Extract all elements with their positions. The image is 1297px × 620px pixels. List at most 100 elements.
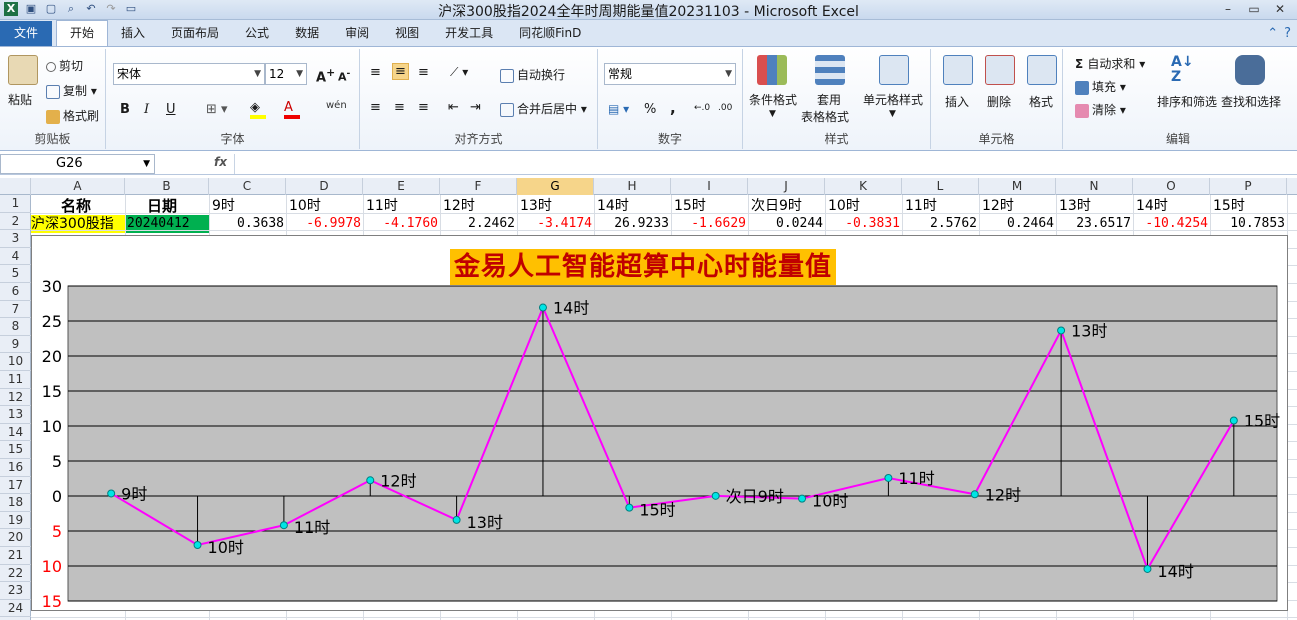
border-icon[interactable]: ⊞ ▾ [206, 102, 228, 117]
increase-decimal-icon[interactable]: ←.0 [694, 103, 710, 113]
row-header[interactable]: 8 [0, 318, 31, 336]
percent-button[interactable]: % [644, 102, 656, 117]
row-header[interactable]: 19 [0, 512, 31, 530]
row-header[interactable]: 21 [0, 547, 31, 565]
maximize-button[interactable]: ▭ [1241, 0, 1267, 18]
row-header[interactable]: 1 [0, 195, 31, 213]
value-cell[interactable]: -10.4254 [1133, 215, 1208, 233]
format-painter-button[interactable]: 格式刷 [46, 107, 99, 124]
value-cell[interactable]: 10.7853 [1210, 215, 1285, 233]
value-cell[interactable]: -1.6629 [671, 215, 746, 233]
value-cell[interactable]: 0.2464 [979, 215, 1054, 233]
value-cell[interactable]: 2.5762 [902, 215, 977, 233]
column-header[interactable]: N [1056, 178, 1133, 195]
clear-button[interactable]: 清除 ▾ [1075, 101, 1126, 118]
orientation-icon[interactable]: ⟋ ▾ [450, 65, 468, 80]
format-table-button[interactable]: 表格格式 [801, 108, 849, 125]
align-left-icon[interactable]: ≡ [370, 100, 381, 115]
ribbon-collapse-icon[interactable]: ⌃ [1267, 26, 1278, 41]
column-header[interactable]: L [902, 178, 979, 195]
value-cell[interactable]: 23.6517 [1056, 215, 1131, 233]
column-header[interactable]: F [440, 178, 517, 195]
help-icon[interactable]: ? [1284, 26, 1291, 41]
row-header[interactable]: 16 [0, 459, 31, 477]
increase-indent-icon[interactable]: ⇥ [470, 100, 481, 115]
column-header-selected[interactable]: G [517, 178, 594, 195]
tab-home[interactable]: 开始 [56, 20, 109, 46]
tab-developer[interactable]: 开发工具 [432, 21, 506, 46]
align-top-icon[interactable]: ≡ [370, 65, 381, 80]
column-header[interactable]: I [671, 178, 748, 195]
tab-formulas[interactable]: 公式 [232, 21, 282, 46]
formula-input[interactable] [234, 154, 1295, 174]
value-cell[interactable]: 26.9233 [594, 215, 669, 233]
value-cell[interactable]: -3.4174 [517, 215, 592, 233]
row-header[interactable]: 14 [0, 424, 31, 442]
sort-filter-icon[interactable]: A↓ Z [1171, 55, 1201, 85]
delete-cells-icon[interactable] [985, 55, 1015, 85]
phonetic-icon[interactable]: wén [326, 100, 347, 111]
number-format-select[interactable]: 常规 ▼ [604, 63, 736, 85]
paste-icon[interactable] [8, 55, 38, 85]
format-table-icon[interactable] [815, 55, 845, 85]
select-all-corner[interactable] [0, 178, 31, 195]
minimize-button[interactable]: – [1215, 0, 1241, 18]
row-header[interactable]: 17 [0, 477, 31, 495]
fill-color-icon[interactable]: ◈ [250, 100, 266, 119]
column-header[interactable]: C [209, 178, 286, 195]
line-chart[interactable]: 30 25 20 15 10 5 0 5 10 15 9时 10时 11时 12时 13时 14时 15时 次日9… [31, 235, 1288, 611]
row-header[interactable]: 6 [0, 283, 31, 301]
tab-finD[interactable]: 同花顺FinD [506, 21, 594, 46]
format-button[interactable]: 格式 [1029, 93, 1053, 110]
tab-view[interactable]: 视图 [382, 21, 432, 46]
value-cell[interactable]: 0.3638 [209, 215, 284, 233]
row-header[interactable]: 18 [0, 494, 31, 512]
shrink-font-icon[interactable]: A- [338, 68, 350, 84]
row-header[interactable]: 9 [0, 336, 31, 354]
tab-insert[interactable]: 插入 [108, 21, 158, 46]
merge-center-button[interactable]: 合并后居中 ▾ [500, 100, 587, 117]
format-cells-icon[interactable] [1027, 55, 1057, 85]
insert-button[interactable]: 插入 [945, 93, 969, 110]
conditional-format-icon[interactable] [757, 55, 787, 85]
find-select-button[interactable]: 查找和选择 [1221, 93, 1281, 110]
tab-review[interactable]: 审阅 [332, 21, 382, 46]
row-header[interactable]: 24 [0, 600, 31, 618]
font-color-icon[interactable]: A [284, 100, 300, 119]
row-header[interactable]: 5 [0, 265, 31, 283]
tab-page-layout[interactable]: 页面布局 [158, 21, 232, 46]
conditional-format-button[interactable]: 条件格式 [749, 91, 797, 108]
wrap-text-button[interactable]: 自动换行 [500, 66, 565, 83]
align-right-icon[interactable]: ≡ [418, 100, 429, 115]
row-header[interactable]: 11 [0, 371, 31, 389]
grow-font-icon[interactable]: A+ [316, 66, 335, 85]
insert-function-icon[interactable]: fx [214, 155, 227, 169]
currency-icon[interactable]: ▤ ▾ [608, 102, 629, 116]
row-header[interactable]: 13 [0, 406, 31, 424]
decrease-indent-icon[interactable]: ⇤ [448, 100, 459, 115]
value-cell[interactable]: 2.2462 [440, 215, 515, 233]
bold-button[interactable]: B [120, 102, 130, 117]
value-cell[interactable]: 0.0244 [748, 215, 823, 233]
row-header[interactable]: 15 [0, 441, 31, 459]
column-header[interactable]: K [825, 178, 902, 195]
cut-button[interactable]: 剪切 [46, 57, 83, 74]
fill-button[interactable]: 填充 ▾ [1075, 78, 1126, 95]
row-header[interactable]: 20 [0, 529, 31, 547]
font-size-select[interactable]: 12 ▼ [265, 63, 307, 85]
close-button[interactable]: ✕ [1267, 0, 1293, 18]
row-header[interactable]: 10 [0, 353, 31, 371]
column-header[interactable]: E [363, 178, 440, 195]
column-header[interactable]: A [31, 178, 125, 195]
copy-button[interactable]: 复制 ▾ [46, 82, 97, 99]
row-header[interactable]: 3 [0, 230, 31, 248]
value-cell[interactable]: -4.1760 [363, 215, 438, 233]
sort-filter-button[interactable]: 排序和筛选 [1157, 93, 1217, 110]
row-header[interactable]: 12 [0, 389, 31, 407]
column-header[interactable]: O [1133, 178, 1210, 195]
name-box[interactable]: G26 ▼ [0, 154, 155, 174]
autosum-button[interactable]: Σ 自动求和 ▾ [1075, 55, 1145, 72]
align-center-icon[interactable]: ≡ [394, 100, 405, 115]
tab-file[interactable]: 文件 [0, 21, 52, 46]
column-header[interactable]: J [748, 178, 825, 195]
